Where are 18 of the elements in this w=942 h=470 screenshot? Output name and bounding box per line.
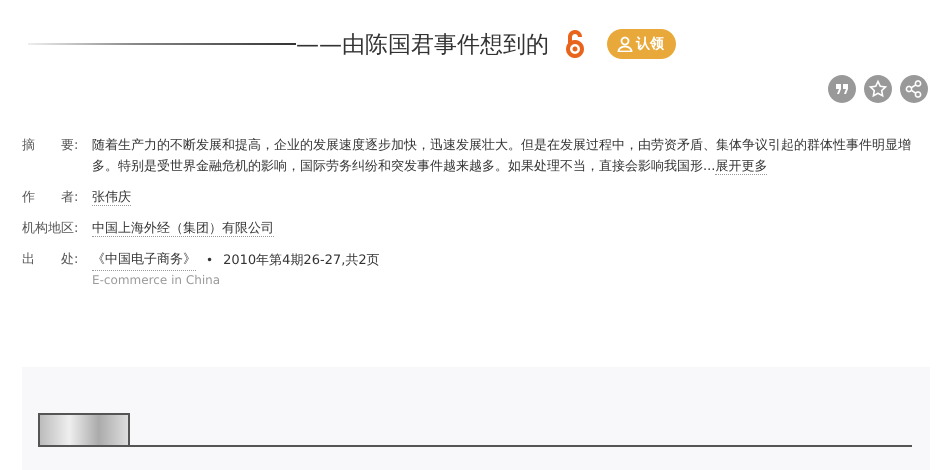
abstract-text: 随着生产力的不断发展和提高，企业的发展速度逐步加快，迅速发展壮大。但是在发展过程中，由劳资矛盾、集体争议引起的群体性事件明显增多。特别是受世界金融危机的影响，国际劳务纠纷和突发事件越来越多。如果处理不当，直接会影响我国形...展开更多 — [92, 137, 912, 177]
article-title: ——由陈国君事件想到的 — [296, 30, 549, 60]
quote-icon — [836, 84, 848, 94]
field-label: 作 者: — [22, 189, 80, 207]
star-button[interactable] — [864, 75, 892, 103]
quote-button[interactable] — [828, 75, 856, 103]
person-icon — [617, 36, 633, 52]
issue-info: 2010年第4期26-27,共2页 — [223, 252, 380, 270]
field-label: 出 处: — [22, 251, 80, 269]
separator-dot: • — [206, 252, 214, 268]
field-label: 摘 要: — [22, 137, 80, 155]
author-link[interactable]: 张伟庆 — [92, 190, 131, 206]
field-label: 机构地区: — [22, 220, 80, 238]
share-button[interactable] — [900, 75, 928, 103]
journal-english-name: E-commerce in China — [92, 272, 222, 289]
journal-link[interactable]: 《中国电子商务》 — [92, 249, 196, 271]
expand-link[interactable]: 展开更多 — [715, 159, 768, 175]
organization-link[interactable]: 中国上海外经（集团）有限公司 — [92, 221, 274, 237]
